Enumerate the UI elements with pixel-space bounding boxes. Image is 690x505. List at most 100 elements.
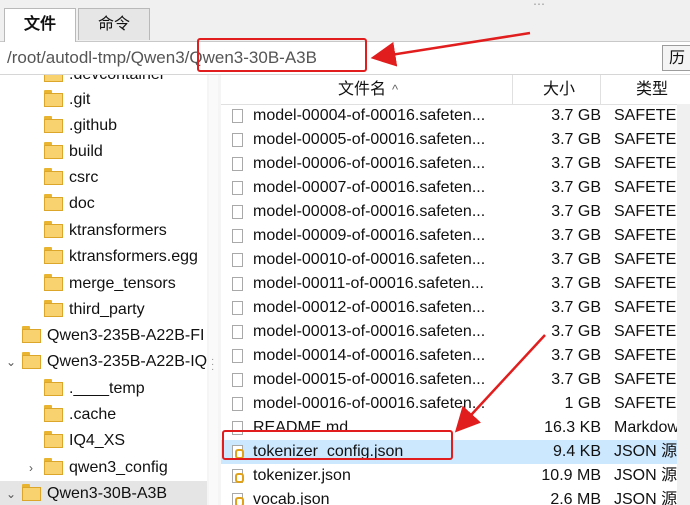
file-icon [232,133,243,147]
file-size: 3.7 GB [551,347,601,364]
sort-ascending-icon: ^ [392,82,399,97]
splitter-grip-icon: · · · [211,354,215,375]
file-row[interactable]: tokenizer.json 10.9 MB JSON 源... [221,464,690,488]
folder-icon [44,300,63,317]
file-name: model-00011-of-00016.safeten... [253,275,484,292]
tree-item[interactable]: csrc [0,165,207,191]
file-row[interactable]: model-00012-of-00016.safeten... 3.7 GB SAF… [221,296,690,320]
tree-item-label: .____temp [69,380,145,397]
tree-item[interactable]: third_party [0,297,207,323]
file-size: 3.7 GB [551,155,601,172]
tree-item[interactable]: IQ4_XS [0,428,207,454]
file-size: 1 GB [564,395,601,412]
file-name: tokenizer.json [253,467,351,484]
file-icon [232,157,243,171]
tree-scrollbar[interactable] [209,75,218,505]
folder-icon [44,274,63,291]
file-list-header: 文件名 ^ 大小 类型 [221,75,690,105]
tree-item[interactable]: ktransformers.egg [0,244,207,270]
file-name: model-00009-of-00016.safeten... [253,227,486,244]
folder-tree[interactable]: .devcontainer .git .github build csrc do… [0,75,207,505]
file-size: 3.7 GB [551,299,601,316]
json-file-icon [232,469,244,483]
tree-item[interactable]: ⌄ Qwen3-235B-A22B-IQ [0,349,207,375]
file-icon [232,205,243,219]
drag-grip-icon[interactable]: ⋯ [533,0,546,10]
file-name: model-00013-of-00016.safeten... [253,323,486,340]
annotation-highlight-file [222,430,453,460]
tree-item[interactable]: .cache [0,402,207,428]
file-name: model-00010-of-00016.safeten... [253,251,486,268]
tree-item[interactable]: .____temp [0,376,207,402]
tree-item-label: merge_tensors [69,275,176,292]
file-row[interactable]: model-00013-of-00016.safeten... 3.7 GB SAF… [221,320,690,344]
file-size: 16.3 KB [544,419,601,436]
folder-icon [44,221,63,238]
tree-item-label: csrc [69,169,99,186]
history-button[interactable]: 历 [662,45,690,71]
folder-icon [44,247,63,264]
chevron-right-icon[interactable]: › [29,455,33,481]
file-row[interactable]: model-00008-of-00016.safeten... 3.7 GB SAF… [221,200,690,224]
file-row[interactable]: model-00010-of-00016.safeten... 3.7 GB SAF… [221,248,690,272]
file-icon [232,373,243,387]
tree-item[interactable]: Qwen3-235B-A22B-FI [0,323,207,349]
folder-icon [44,405,63,422]
tree-item-label: build [69,143,103,160]
file-size: 3.7 GB [551,371,601,388]
chevron-down-icon[interactable]: ⌄ [6,481,16,505]
tree-item-label: .github [69,117,118,134]
file-row[interactable]: model-00014-of-00016.safeten... 3.7 GB SAF… [221,344,690,368]
file-row[interactable]: model-00016-of-00016.safeten... 1 GB SAFET… [221,392,690,416]
pane-splitter[interactable]: · · · [207,75,221,505]
file-name: model-00005-of-00016.safeten... [253,131,486,148]
file-icon [232,301,243,315]
file-size: 2.6 MB [550,491,601,505]
tree-item[interactable]: build [0,139,207,165]
tab-commands[interactable]: 命令 [78,8,150,40]
tree-item-label: doc [69,195,95,212]
tree-item[interactable]: ktransformers [0,218,207,244]
file-size: 9.4 KB [552,443,601,460]
column-header-name[interactable]: 文件名 ^ [221,75,513,104]
file-size: 3.7 GB [551,179,601,196]
file-row[interactable]: model-00005-of-00016.safeten... 3.7 GB SAF… [221,128,690,152]
file-row[interactable]: model-00006-of-00016.safeten... 3.7 GB SAF… [221,152,690,176]
file-name: model-00014-of-00016.safeten... [253,347,486,364]
tree-item[interactable]: .git [0,87,207,113]
tree-item-label: Qwen3-235B-A22B-FI [47,327,205,344]
file-icon [232,325,243,339]
column-header-type[interactable]: 类型 [601,75,690,104]
tree-item[interactable]: doc [0,191,207,217]
column-header-size[interactable]: 大小 [513,75,601,104]
tree-item-selected[interactable]: ⌄ Qwen3-30B-A3B [0,481,207,505]
tree-item[interactable]: .github [0,113,207,139]
file-row[interactable]: model-00015-of-00016.safeten... 3.7 GB SAF… [221,368,690,392]
file-size: 3.7 GB [551,251,601,268]
tree-item[interactable]: merge_tensors [0,271,207,297]
file-name: model-00006-of-00016.safeten... [253,155,486,172]
file-name: model-00016-of-00016.safeten... [253,395,486,412]
file-row[interactable]: model-00011-of-00016.safeten... 3.7 GB SAF… [221,272,690,296]
tree-item[interactable]: › qwen3_config [0,455,207,481]
file-icon [232,181,243,195]
file-icon [232,109,243,123]
tree-item-label: .cache [69,406,117,423]
chevron-down-icon[interactable]: ⌄ [6,349,16,375]
file-name: model-00015-of-00016.safeten... [253,371,486,388]
file-row[interactable]: model-00007-of-00016.safeten... 3.7 GB SAF… [221,176,690,200]
tree-item-label: .git [69,91,91,108]
file-row[interactable]: model-00009-of-00016.safeten... 3.7 GB SAF… [221,224,690,248]
file-row[interactable]: model-00004-of-00016.safeten... 3.7 GB SAF… [221,104,690,128]
file-name: model-00007-of-00016.safeten... [253,179,486,196]
file-size: 3.7 GB [551,323,601,340]
folder-icon [44,431,63,448]
file-row[interactable]: vocab.json 2.6 MB JSON 源... [221,488,690,505]
tab-files[interactable]: 文件 [4,8,76,42]
file-list-scrollbar[interactable] [677,104,690,505]
file-icon [232,229,243,243]
folder-icon [44,458,63,475]
file-size: 3.7 GB [551,275,601,292]
file-name: model-00012-of-00016.safeten... [253,299,486,316]
tree-item-label: ktransformers [69,222,167,239]
